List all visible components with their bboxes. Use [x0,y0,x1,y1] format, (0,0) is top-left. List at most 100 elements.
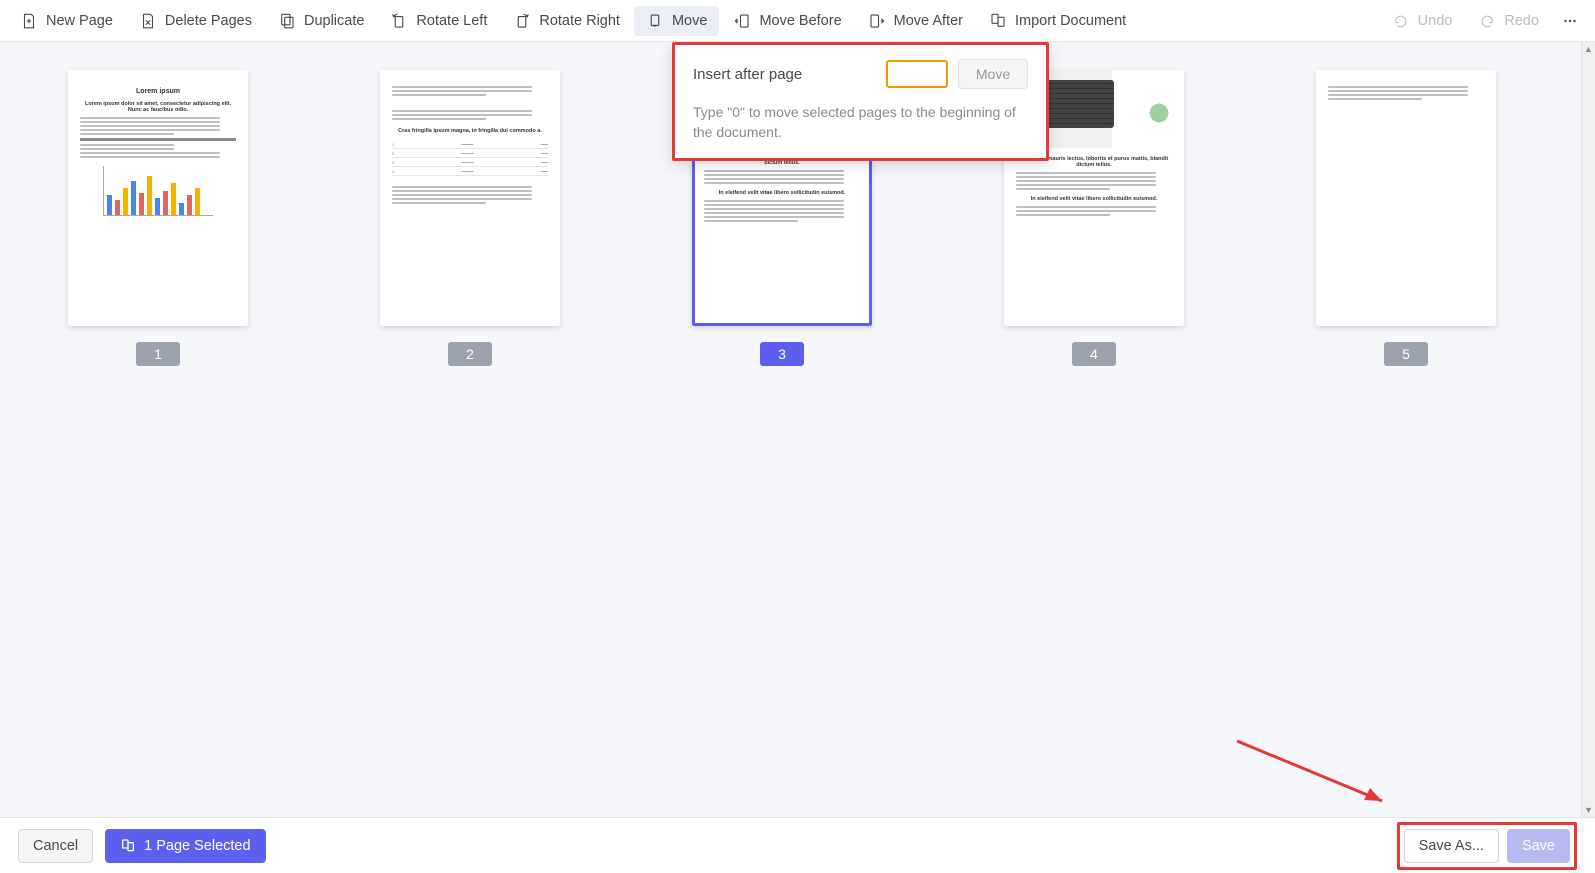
page-thumb-2[interactable]: Cras fringilla ipsum magna, in fringilla… [380,70,560,326]
mini-line [80,125,220,127]
selection-indicator[interactable]: 1 Page Selected [105,829,265,863]
move-after-button[interactable]: Move After [856,6,975,36]
page-number-5[interactable]: 5 [1384,342,1428,366]
save-button[interactable]: Save [1507,829,1570,863]
duplicate-button[interactable]: Duplicate [266,6,376,36]
page-thumb-5[interactable] [1316,70,1496,326]
import-document-icon [989,12,1007,30]
page-number-1[interactable]: 1 [136,342,180,366]
rotate-right-label: Rotate Right [539,13,620,29]
undo-icon [1392,12,1410,30]
page-number-4[interactable]: 4 [1072,342,1116,366]
mini-line [704,174,844,176]
spacer [392,98,548,108]
page4-sub2: In eleifend velit vitae libero sollicitu… [1016,196,1172,202]
undo-label: Undo [1418,13,1453,29]
mini-line [704,182,844,184]
mini-line [1016,210,1156,212]
page3-sub2: In eleifend velit vitae libero sollicitu… [704,190,860,196]
page-thumb-1[interactable]: Lorem ipsum Lorem ipsum dolor sit amet, … [68,70,248,326]
mini-line [392,114,532,116]
vertical-scrollbar[interactable]: ▲ ▼ [1581,42,1595,817]
more-icon [1561,12,1579,30]
move-after-label: Move After [894,13,963,29]
move-label: Move [672,13,707,29]
rotate-right-button[interactable]: Rotate Right [501,6,632,36]
page2-sub: Cras fringilla ipsum magna, in fringilla… [392,128,548,134]
mini-line [392,118,486,120]
pages-icon [120,838,136,854]
save-group-highlight: Save As... Save [1397,822,1577,870]
mini-line [392,94,486,96]
redo-button[interactable]: Redo [1466,6,1551,36]
mini-line [80,156,220,158]
new-page-label: New Page [46,13,113,29]
redo-icon [1478,12,1496,30]
mini-line [392,90,532,92]
mini-line [704,170,844,172]
mini-line [704,212,844,214]
mini-line [80,138,236,141]
mini-line [704,204,844,206]
mini-line [704,200,844,202]
toolbar: New Page Delete Pages Duplicate Rotate L… [0,0,1595,42]
table-row: 2━━━━━━━━ [392,149,548,158]
move-before-button[interactable]: Move Before [721,6,853,36]
undo-button[interactable]: Undo [1380,6,1465,36]
delete-pages-icon [139,12,157,30]
mini-line [392,190,532,192]
move-icon [646,12,664,30]
mini-line [1016,184,1156,186]
mini-line [1016,214,1110,216]
page-thumb-1-col: Lorem ipsum Lorem ipsum dolor sit amet, … [68,70,248,366]
annotation-arrow [1232,736,1402,817]
duplicate-icon [278,12,296,30]
rotate-left-label: Rotate Left [416,13,487,29]
page-thumb-2-col: Cras fringilla ipsum magna, in fringilla… [380,70,560,366]
popup-row: Insert after page Move [693,59,1028,89]
page-thumb-5-col: 5 [1316,70,1496,366]
plant-graphic [1148,102,1170,124]
new-page-button[interactable]: New Page [8,6,125,36]
mini-line [1328,86,1468,88]
cancel-button[interactable]: Cancel [18,829,93,863]
mini-line [1016,206,1156,208]
mini-line [80,121,220,123]
mini-line [704,178,844,180]
mini-line [80,129,220,131]
mini-line [1016,180,1156,182]
move-popup: Insert after page Move Type "0" to move … [672,42,1049,161]
move-before-label: Move Before [759,13,841,29]
scroll-down-icon[interactable]: ▼ [1584,805,1594,815]
rotate-left-button[interactable]: Rotate Left [378,6,499,36]
mini-line [1328,90,1468,92]
page-number-2[interactable]: 2 [448,342,492,366]
insert-after-page-input[interactable] [886,60,948,88]
popup-move-button[interactable]: Move [958,59,1028,89]
mini-line [392,186,532,188]
rotate-left-icon [390,12,408,30]
mini-line [1328,98,1422,100]
delete-pages-button[interactable]: Delete Pages [127,6,264,36]
new-page-icon [20,12,38,30]
duplicate-label: Duplicate [304,13,364,29]
move-button[interactable]: Move [634,6,719,36]
page-number-3[interactable]: 3 [760,342,804,366]
popup-label: Insert after page [693,66,876,83]
more-button[interactable] [1553,6,1587,36]
scroll-up-icon[interactable]: ▲ [1584,44,1594,54]
save-as-button[interactable]: Save As... [1404,829,1499,863]
mini-line [1016,188,1110,190]
footer: Cancel 1 Page Selected Save As... Save [0,817,1595,873]
mini-line [704,220,798,222]
move-after-icon [868,12,886,30]
mini-line [1016,176,1156,178]
mini-line [80,148,174,150]
rotate-right-icon [513,12,531,30]
mini-line [80,117,220,119]
delete-pages-label: Delete Pages [165,13,252,29]
import-document-button[interactable]: Import Document [977,6,1138,36]
app-root: New Page Delete Pages Duplicate Rotate L… [0,0,1595,873]
page2-table: 1━━━━━━━━ 2━━━━━━━━ 3━━━━━━━━ 4━━━━━━━━ [392,140,548,176]
mini-line [80,133,174,135]
